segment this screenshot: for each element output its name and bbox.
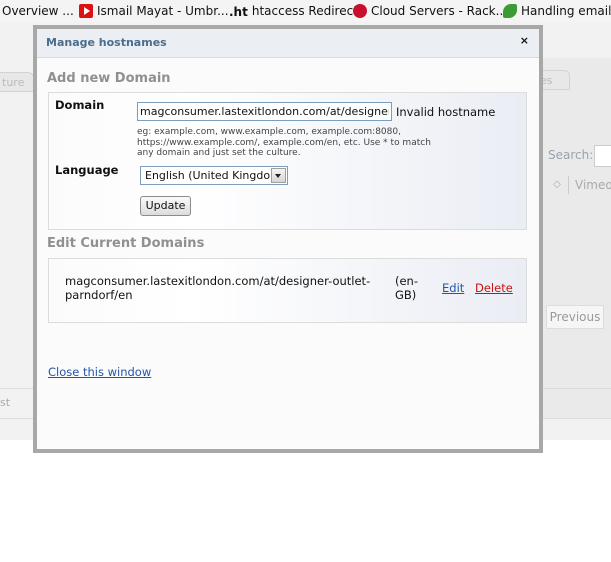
dialog-title: Manage hostnames xyxy=(46,36,167,49)
language-label: Language xyxy=(55,163,119,177)
bookmark-ismail-mayat[interactable]: Ismail Mayat - Umbr... xyxy=(79,3,229,19)
youtube-icon xyxy=(79,4,93,18)
leaf-icon xyxy=(503,4,517,18)
background-right-panel xyxy=(540,58,611,418)
bookmark-label: Overview ... xyxy=(2,4,74,18)
add-domain-form: Domain Invalid hostname eg: example.com,… xyxy=(48,92,527,230)
background-tab-left: ture 1 xyxy=(0,72,34,92)
background-column-header: Vimeo xyxy=(568,176,611,194)
bookmark-label: htaccess Redirect xyxy=(251,4,358,18)
ht-favicon-icon: .ht xyxy=(229,5,248,19)
dialog-content: Manage hostnames × Add new Domain Domain… xyxy=(37,29,539,449)
domain-hint: eg: example.com, www.example.com, exampl… xyxy=(137,127,431,158)
bookmark-cloud-servers[interactable]: Cloud Servers - Rack... xyxy=(353,3,507,19)
edit-domains-heading: Edit Current Domains xyxy=(47,236,205,251)
bookmark-htaccess-redirect[interactable]: .ht htaccess Redirect xyxy=(229,3,358,19)
current-domain-culture: (en-GB) xyxy=(395,274,418,302)
background-bottom-left-text: st xyxy=(0,396,11,409)
bookmark-label: Cloud Servers - Rack... xyxy=(371,4,508,18)
domain-label: Domain xyxy=(55,98,105,112)
current-domains-list: magconsumer.lastexitlondon.com/at/design… xyxy=(48,258,527,323)
sort-icon: ◇ xyxy=(553,179,561,190)
update-button[interactable]: Update xyxy=(140,196,191,216)
language-selected-value: English (United Kingdom) xyxy=(145,169,286,182)
add-domain-heading: Add new Domain xyxy=(47,71,171,86)
background-tab-right: es xyxy=(540,70,570,90)
bookmark-label: Ismail Mayat - Umbr... xyxy=(97,4,229,18)
close-window-link[interactable]: Close this window xyxy=(48,365,151,379)
edit-domain-link[interactable]: Edit xyxy=(442,281,464,295)
bookmark-handling-email[interactable]: Handling email c xyxy=(503,3,611,19)
background-previous-button: Previous xyxy=(546,305,604,329)
rackspace-icon xyxy=(353,4,367,18)
background-lower-area xyxy=(0,440,611,562)
dialog-body: Add new Domain Domain Invalid hostname e… xyxy=(37,58,539,449)
manage-hostnames-dialog: Manage hostnames × Add new Domain Domain… xyxy=(33,25,543,453)
bookmark-label: Handling email c xyxy=(521,4,611,18)
domain-input[interactable] xyxy=(137,102,392,121)
delete-domain-link[interactable]: Delete xyxy=(475,281,513,295)
language-select[interactable]: English (United Kingdom) xyxy=(140,166,288,185)
bookmark-overview[interactable]: Overview ... xyxy=(2,3,74,19)
current-domain-name: magconsumer.lastexitlondon.com/at/design… xyxy=(65,274,371,302)
chevron-down-icon[interactable] xyxy=(271,168,286,183)
close-icon[interactable]: × xyxy=(520,34,529,47)
background-search-input xyxy=(594,145,611,167)
invalid-hostname-message: Invalid hostname xyxy=(396,105,496,119)
dialog-header: Manage hostnames × xyxy=(37,29,539,58)
background-search-label: Search: xyxy=(548,148,594,162)
bookmarks-bar: Overview ... Ismail Mayat - Umbr... .ht … xyxy=(0,0,611,23)
